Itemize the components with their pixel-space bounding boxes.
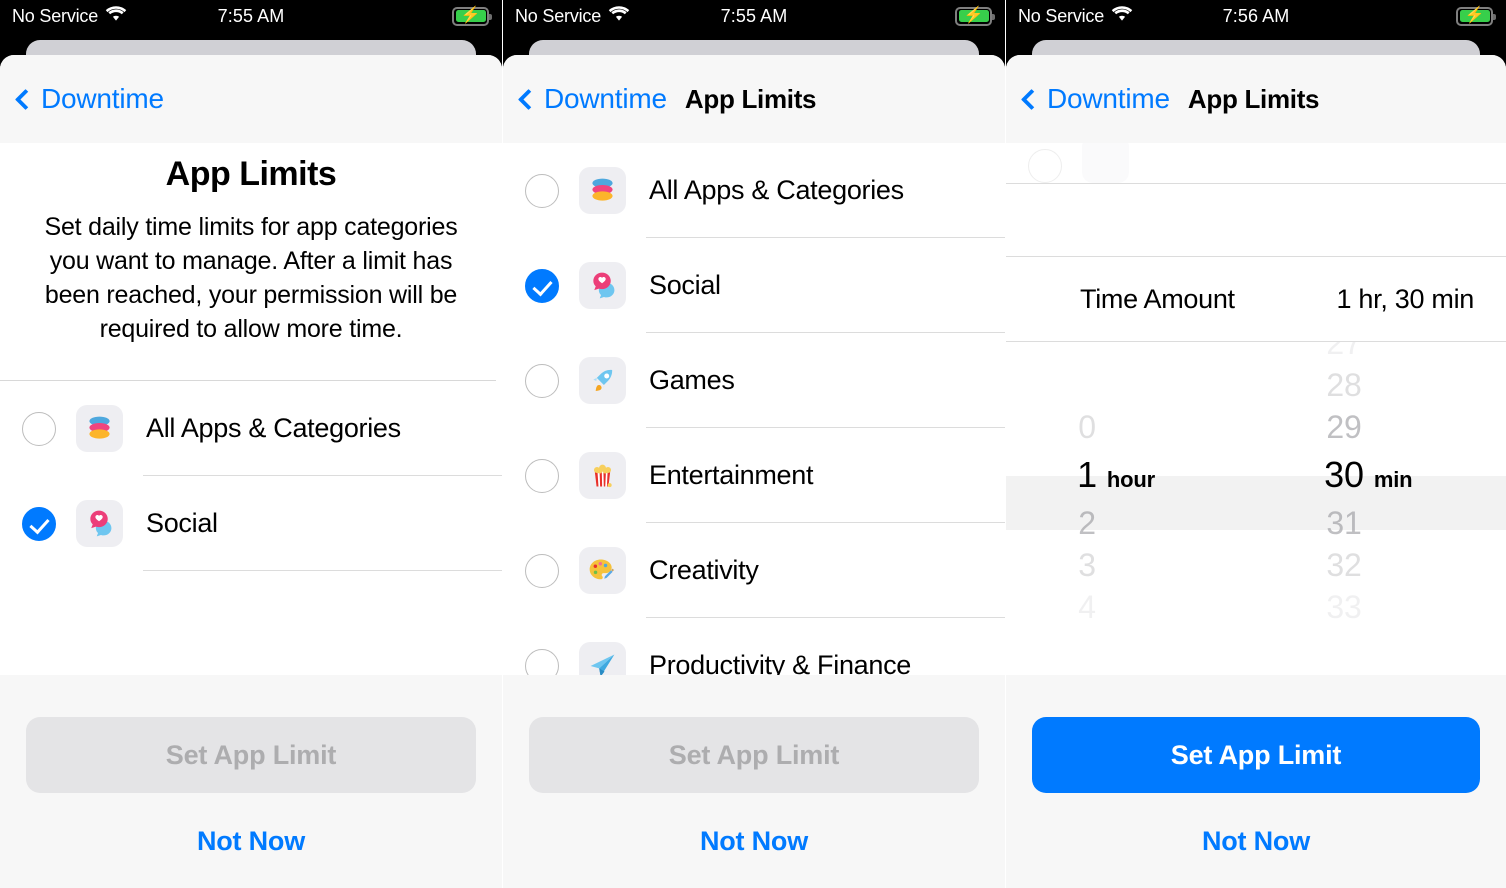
picker-option-selected[interactable]: 1 hour	[1006, 448, 1256, 502]
picker-option[interactable]: 4hour	[1006, 586, 1256, 628]
time-amount-row[interactable]: Time Amount 1 hr, 30 min	[1006, 257, 1506, 342]
nav-title: App Limits	[1187, 83, 1320, 114]
chevron-left-icon	[1020, 88, 1043, 110]
list-item-label: Social	[649, 270, 721, 300]
back-button-label: Downtime	[1047, 83, 1170, 114]
category-checkbox[interactable]	[525, 363, 559, 398]
picker-option[interactable]: 27min	[1256, 342, 1506, 364]
picker-option[interactable]: 2hour	[1006, 502, 1256, 544]
clock-label: 7:55 AM	[720, 5, 788, 26]
battery-charging-icon: ⚡	[452, 6, 492, 26]
list-item-label: All Apps & Categories	[649, 175, 904, 205]
category-list-2: All Apps & Categories Social Games Enter…	[503, 143, 1005, 713]
list-item[interactable]: All Apps & Categories	[0, 381, 502, 476]
list-item-partial[interactable]	[1006, 143, 1506, 183]
clock-label: 7:56 AM	[1222, 5, 1290, 26]
bottom-toolbar-3: Set App Limit Not Now	[1006, 675, 1506, 888]
category-checkbox[interactable]	[525, 173, 559, 208]
social-chat-bubbles-icon	[579, 262, 626, 309]
status-bar-2: No Service 7:55 AM ⚡	[503, 0, 1005, 32]
set-app-limit-button[interactable]: Set App Limit	[26, 717, 476, 793]
category-checkbox[interactable]	[525, 458, 559, 493]
category-app-icon	[1082, 143, 1129, 183]
category-checkbox[interactable]	[525, 553, 559, 588]
chevron-left-icon	[14, 88, 37, 110]
nav-bar-2: Downtime App Limits	[503, 55, 1005, 143]
phone-screen-2: No Service 7:55 AM ⚡ Downtime App Limits…	[503, 0, 1005, 888]
picker-option[interactable]: 0hour	[1006, 406, 1256, 448]
duration-picker[interactable]: 0hour 1hour 2hour 3hour	[1006, 342, 1506, 642]
picker-columns: 0hour 1hour 2hour 3hour	[1006, 342, 1506, 642]
intro-block: App Limits Set daily time limits for app…	[0, 143, 502, 346]
category-checkbox[interactable]	[525, 268, 559, 303]
list-item[interactable]: Entertainment	[503, 428, 1005, 523]
list-item[interactable]: All Apps & Categories	[503, 143, 1005, 238]
chevron-left-icon	[517, 88, 540, 110]
social-chat-bubbles-icon	[76, 500, 123, 547]
picker-option[interactable]: 29min	[1256, 406, 1506, 448]
list-item-label: All Apps & Categories	[146, 413, 401, 443]
picker-option[interactable]: 32min	[1256, 544, 1506, 586]
phone-screen-3: No Service 7:56 AM ⚡ Downtime App Limits…	[1006, 0, 1506, 888]
three-panel-screenshot-comparison: No Service 7:55 AM ⚡ Downtime App Limits…	[0, 0, 1506, 888]
rocket-icon	[579, 357, 626, 404]
set-app-limit-button[interactable]: Set App Limit	[1032, 717, 1480, 793]
category-list-1: All Apps & Categories Social	[0, 381, 502, 571]
time-amount-label: Time Amount	[1080, 283, 1235, 314]
bottom-toolbar-1: Set App Limit Not Now	[0, 675, 502, 888]
list-item[interactable]: Social	[0, 476, 502, 571]
page-description: Set daily time limits for app categories…	[44, 213, 458, 343]
status-bar-1: No Service 7:55 AM ⚡	[0, 0, 502, 32]
picker-hours-items: 0hour 1hour 2hour 3hour	[1006, 406, 1256, 628]
picker-minutes-items: 27min 28min 29min 30min	[1256, 342, 1506, 628]
paint-palette-icon	[579, 547, 626, 594]
row-separator	[143, 570, 502, 571]
layers-stack-icon	[579, 167, 626, 214]
page-title: App Limits	[165, 155, 337, 193]
back-button[interactable]: Downtime	[14, 83, 164, 115]
popcorn-icon	[579, 452, 626, 499]
layers-stack-icon	[76, 405, 123, 452]
list-item[interactable]: Creativity	[503, 523, 1005, 618]
status-bar-3: No Service 7:56 AM ⚡	[1006, 0, 1506, 32]
modal-sheet-3: Downtime App Limits Time Amount 1 hr, 30…	[1006, 55, 1506, 888]
empty-section-band	[1006, 183, 1506, 257]
set-app-limit-button[interactable]: Set App Limit	[529, 717, 979, 793]
list-item-label: Social	[146, 508, 218, 538]
not-now-button[interactable]: Not Now	[1202, 826, 1310, 857]
nav-bar-1: Downtime	[0, 55, 502, 143]
modal-sheet-2: Downtime App Limits All Apps & Categorie…	[503, 55, 1005, 888]
picker-option[interactable]: 3hour	[1006, 544, 1256, 586]
picker-column-hours[interactable]: 0hour 1hour 2hour 3hour	[1006, 342, 1256, 642]
list-item-label: Games	[649, 365, 735, 395]
category-checkbox[interactable]	[22, 411, 56, 446]
picker-option[interactable]: 33min	[1256, 586, 1506, 628]
back-button-label: Downtime	[544, 83, 667, 114]
not-now-button[interactable]: Not Now	[197, 826, 305, 857]
battery-charging-icon: ⚡	[1456, 6, 1496, 26]
list-item-label: Entertainment	[649, 460, 814, 490]
picker-option[interactable]: 31min	[1256, 502, 1506, 544]
list-item[interactable]: Games	[503, 333, 1005, 428]
not-now-button[interactable]: Not Now	[700, 826, 808, 857]
picker-option[interactable]: 28min	[1256, 364, 1506, 406]
nav-title: App Limits	[684, 83, 817, 114]
modal-sheet-1: Downtime App Limits Set daily time limit…	[0, 55, 502, 888]
list-item[interactable]: Social	[503, 238, 1005, 333]
bottom-toolbar-2: Set App Limit Not Now	[503, 675, 1005, 888]
back-button[interactable]: Downtime	[1020, 83, 1170, 115]
picker-option-selected[interactable]: 30 min	[1256, 448, 1506, 502]
time-amount-value: 1 hr, 30 min	[1336, 283, 1475, 314]
picker-column-minutes[interactable]: 27min 28min 29min 30min	[1256, 342, 1506, 642]
back-button-label: Downtime	[41, 83, 164, 114]
clock-label: 7:55 AM	[217, 5, 285, 26]
nav-bar-3: Downtime App Limits	[1006, 55, 1506, 143]
phone-screen-1: No Service 7:55 AM ⚡ Downtime App Limits…	[0, 0, 502, 888]
battery-charging-icon: ⚡	[955, 6, 995, 26]
category-checkbox[interactable]	[22, 506, 56, 541]
category-checkbox[interactable]	[1028, 149, 1062, 183]
back-button[interactable]: Downtime	[517, 83, 667, 115]
list-item-label: Creativity	[649, 555, 759, 585]
